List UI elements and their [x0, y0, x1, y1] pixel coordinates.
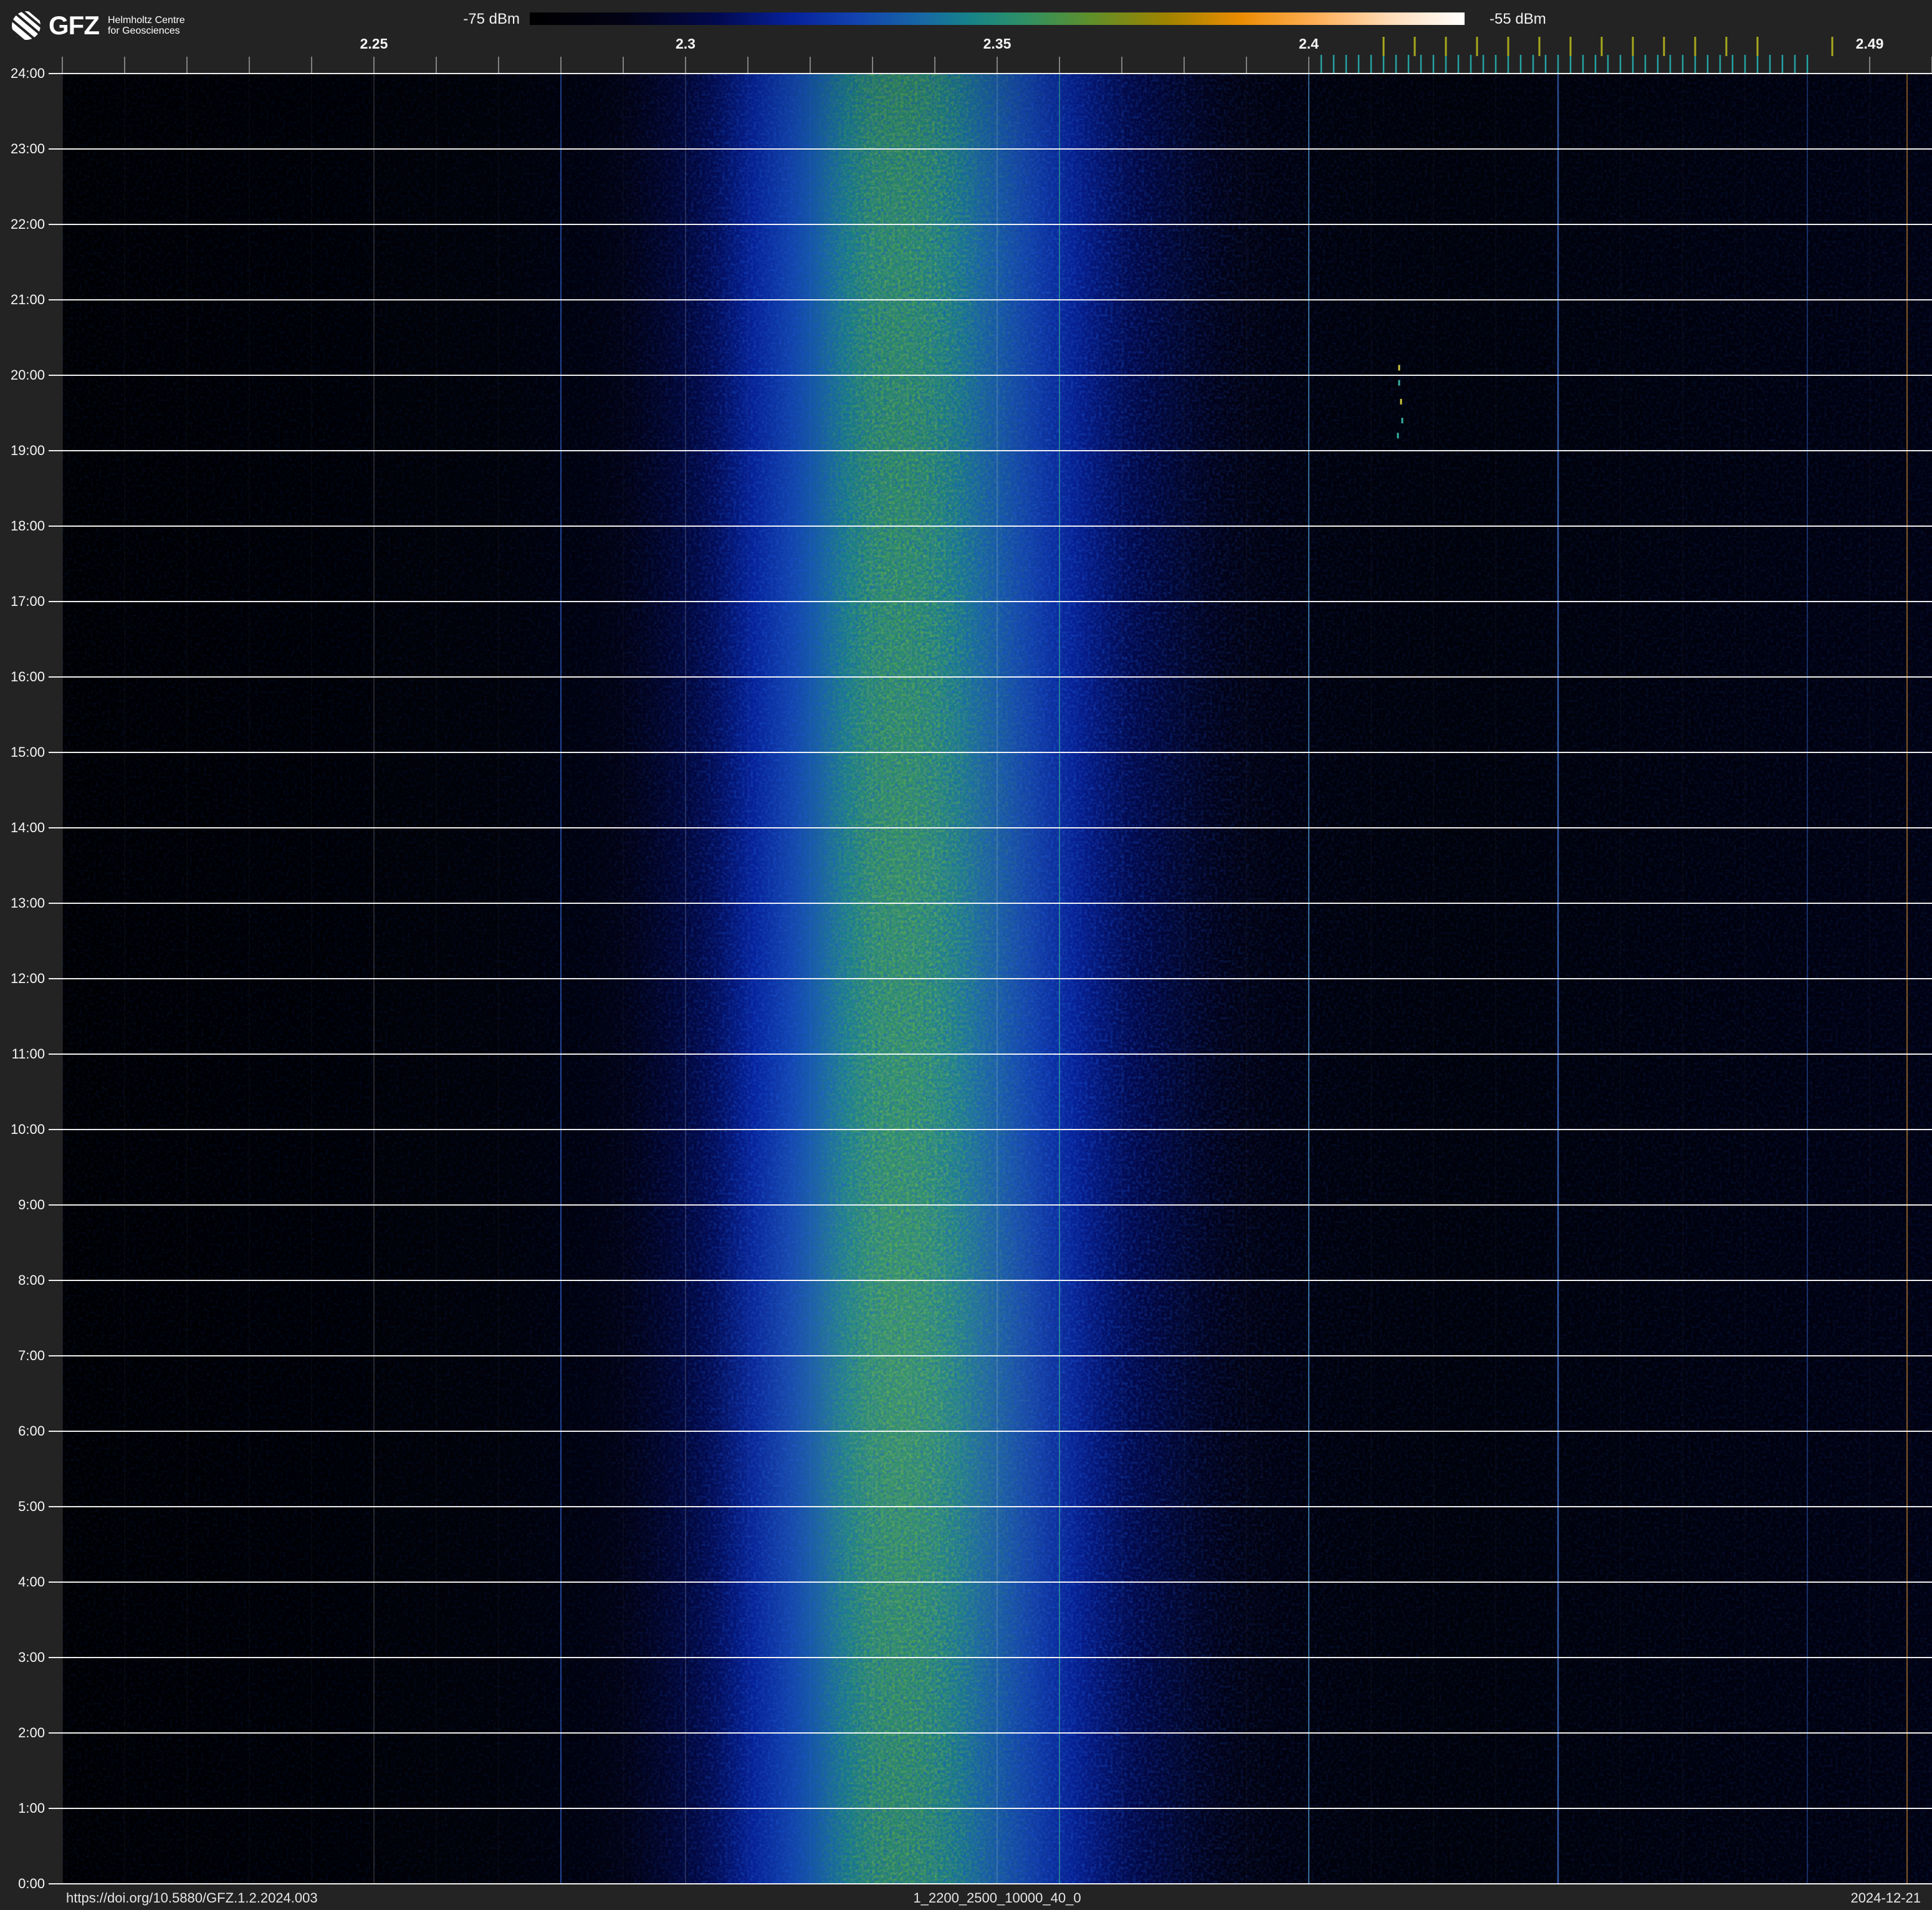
vertical-gridlines	[124, 74, 1870, 1884]
hour-axis-label: 8:00	[18, 1272, 45, 1288]
hour-axis-label: 15:00	[10, 744, 45, 760]
hour-axis-label: 22:00	[10, 216, 45, 232]
burst-dot	[1398, 365, 1400, 371]
hour-axis-label: 20:00	[10, 367, 45, 383]
colorbar-min-label: -75 dBm	[463, 11, 520, 27]
burst-dot	[1397, 433, 1399, 439]
hour-axis-label: 11:00	[11, 1046, 45, 1062]
hour-axis-label: 3:00	[18, 1649, 45, 1665]
hour-axis-label: 14:00	[10, 820, 45, 835]
sporadic-burst-dots	[1397, 365, 1404, 439]
hour-axis-label: 2:00	[18, 1725, 45, 1740]
hour-axis-label: 24:00	[10, 65, 45, 81]
axes-overlay	[49, 37, 1932, 1884]
hour-axis-label: 0:00	[18, 1876, 45, 1891]
burst-dot	[1400, 398, 1402, 405]
hour-gridlines	[49, 73, 1932, 1884]
hour-axis-label: 21:00	[10, 292, 45, 307]
hour-axis-label: 13:00	[10, 895, 45, 911]
hour-axis-label: 9:00	[18, 1197, 45, 1212]
noise-layer-blue	[62, 74, 1932, 1884]
spectrogram-band-gradient	[62, 74, 1932, 1884]
intensity-boost-midday	[754, 603, 1091, 1140]
brand-name: GFZ	[49, 11, 100, 40]
colorbar-gradient	[530, 12, 1465, 25]
freq-axis-label: 2.3	[676, 36, 696, 52]
colorbar-max-label: -55 dBm	[1490, 11, 1546, 27]
noise-layer-faint	[62, 74, 1932, 1884]
date-text: 2024-12-21	[1850, 1890, 1921, 1906]
gfz-logo: GFZ Helmholtz Centre for Geosciences	[11, 11, 185, 41]
hour-axis-label: 17:00	[10, 593, 45, 609]
hour-axis-label: 6:00	[18, 1423, 45, 1439]
noise-layer-green	[62, 74, 1932, 1884]
hour-axis-label: 16:00	[10, 669, 45, 684]
hour-axis-label: 12:00	[10, 971, 45, 986]
brand-subtitle-line2: for Geosciences	[107, 26, 180, 36]
time-intensity-modulation	[62, 74, 1932, 1884]
hour-axis-label: 5:00	[18, 1499, 45, 1514]
spectrogram-screen: GFZ Helmholtz Centre for Geosciences -75…	[0, 0, 1932, 1910]
hour-axis-label: 7:00	[18, 1348, 45, 1363]
gfz-globe-icon	[11, 11, 41, 41]
freq-axis-label: 2.4	[1299, 36, 1319, 52]
hour-axis-label: 1:00	[18, 1800, 45, 1816]
burst-dot	[1398, 380, 1400, 386]
hour-axis-label: 10:00	[10, 1121, 45, 1137]
intensity-boost-morning	[704, 971, 1103, 1794]
freq-axis-label: 2.35	[983, 36, 1011, 52]
carrier-lines	[560, 74, 1908, 1884]
hour-axis-label: 23:00	[10, 141, 45, 156]
freq-axis-label: 2.49	[1855, 36, 1884, 52]
doi-text: https://doi.org/10.5880/GFZ.1.2.2024.003	[66, 1890, 318, 1906]
freq-axis-label: 2.25	[360, 36, 388, 52]
burst-dot	[1401, 418, 1404, 424]
brand-subtitle-line1: Helmholtz Centre	[107, 14, 185, 26]
brand-subtitle: Helmholtz Centre for Geosciences	[108, 15, 185, 37]
hour-axis-label: 18:00	[10, 518, 45, 534]
hour-axis-label: 4:00	[18, 1574, 45, 1590]
dataset-id-text: 1_2200_2500_10000_40_0	[913, 1890, 1081, 1906]
spectrogram-plot	[62, 74, 1932, 1884]
hour-axis-label: 19:00	[10, 443, 45, 458]
